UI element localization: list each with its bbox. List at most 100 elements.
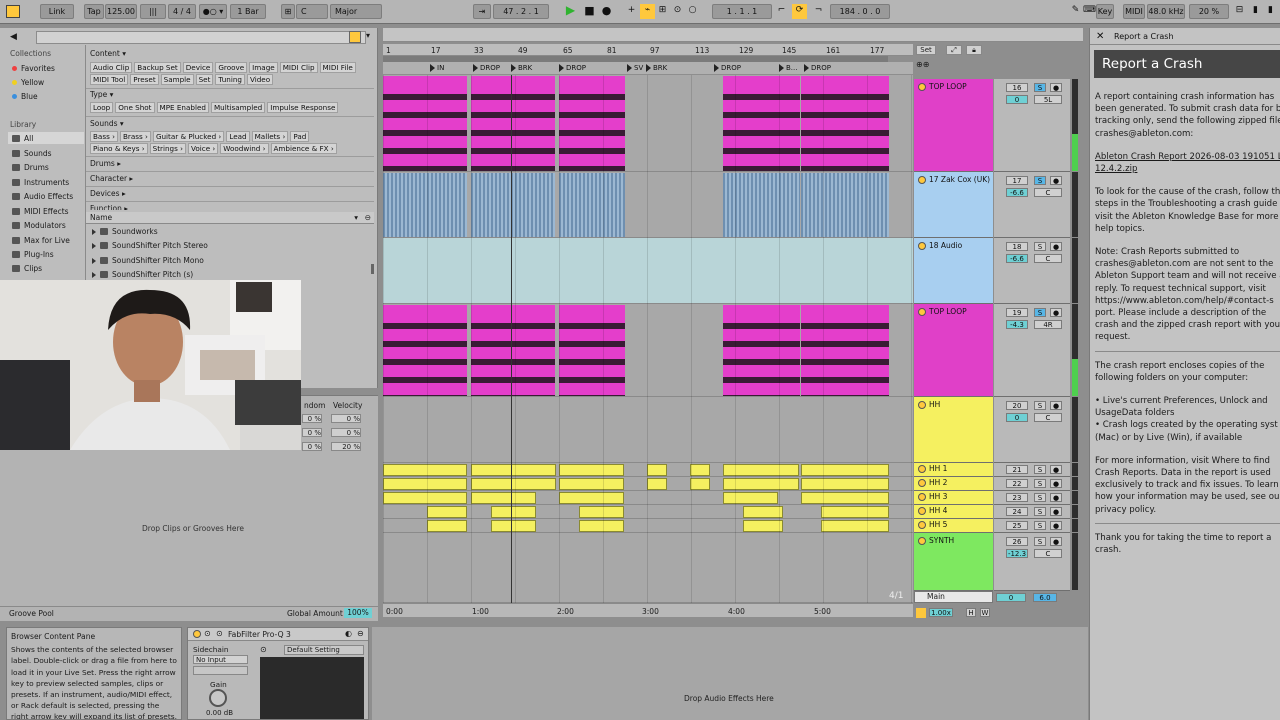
arm-button[interactable]: ● — [1050, 308, 1062, 317]
play-button[interactable]: ▶ — [563, 4, 578, 19]
track-number[interactable]: 17 — [1006, 176, 1028, 185]
main-volume[interactable]: 0 — [996, 593, 1026, 602]
arm-button[interactable]: ● — [1050, 83, 1062, 92]
main-db[interactable]: 6.0 — [1033, 593, 1057, 602]
clip[interactable] — [383, 173, 467, 237]
clip[interactable] — [471, 76, 555, 171]
locator-drop[interactable]: DROP — [558, 63, 586, 73]
list-item[interactable]: SoundShifter Pitch (s) — [92, 270, 193, 279]
time-signature[interactable]: 4 / 4 — [168, 4, 196, 19]
track-header[interactable]: HH 2 — [914, 477, 993, 491]
track-header[interactable]: HH 4 — [914, 505, 993, 519]
track-header[interactable]: HH — [914, 397, 993, 463]
arrangement-lane[interactable] — [383, 397, 913, 463]
clip[interactable] — [723, 492, 778, 504]
arrangement-overview[interactable] — [383, 28, 1083, 42]
track-header[interactable]: HH 5 — [914, 519, 993, 533]
preset-field[interactable]: Default Setting — [284, 645, 364, 655]
collection-yellow[interactable]: Yellow — [12, 76, 44, 88]
locator-in[interactable]: IN — [429, 63, 444, 73]
content-tag[interactable]: Sample — [160, 74, 194, 85]
sounds-tag[interactable]: Lead — [226, 131, 250, 142]
type-tag[interactable]: One Shot — [115, 102, 155, 113]
pan-field[interactable]: 5L — [1034, 95, 1062, 104]
sounds-tag[interactable]: Woodwind › — [220, 143, 269, 154]
time-ruler[interactable]: 0:00 1:00 2:00 3:00 4:00 5:00 — [383, 603, 913, 617]
filter-menu-icon[interactable]: ▾ — [366, 31, 370, 40]
track-header[interactable]: HH 3 — [914, 491, 993, 505]
content-tag[interactable]: MIDI File — [319, 62, 356, 73]
collection-blue[interactable]: Blue — [12, 90, 38, 102]
zoom-icon[interactable] — [916, 608, 926, 618]
h-button[interactable]: H — [966, 608, 976, 617]
clip[interactable] — [801, 173, 889, 237]
midi-map-button[interactable]: MIDI — [1123, 4, 1145, 19]
track-header[interactable]: SYNTH — [914, 533, 993, 591]
library-max-for-live[interactable]: Max for Live — [12, 234, 70, 246]
velocity-value[interactable]: 20 % — [331, 442, 361, 451]
gain-knob[interactable] — [209, 689, 227, 707]
clip[interactable] — [559, 76, 625, 171]
sort-icon[interactable]: ▾ — [354, 212, 358, 224]
content-tag[interactable]: Backup Set — [134, 62, 181, 73]
session-record-button[interactable]: ⊙ — [670, 4, 685, 19]
track-header[interactable]: TOP LOOP — [914, 79, 993, 172]
track-activator-icon[interactable] — [918, 82, 926, 91]
clip[interactable] — [690, 464, 710, 476]
type-tag[interactable]: Loop — [90, 102, 114, 113]
song-position[interactable]: 47 . 2 . 1 — [493, 4, 549, 19]
library-midi-effects[interactable]: MIDI Effects — [12, 205, 69, 217]
track-activator-icon[interactable] — [918, 241, 926, 250]
nudge-buttons[interactable]: ||| — [140, 4, 166, 19]
volume-field[interactable]: -4.3 — [1006, 320, 1028, 329]
clip[interactable] — [471, 478, 556, 490]
clip[interactable] — [471, 305, 555, 396]
track-header[interactable]: 18 Audio — [914, 238, 993, 304]
solo-button[interactable]: S — [1034, 401, 1046, 410]
content-tag[interactable]: Set — [195, 74, 214, 85]
track-number[interactable]: 20 — [1006, 401, 1028, 410]
sounds-heading[interactable]: Sounds ▾ — [90, 119, 124, 128]
locator-drop[interactable]: DROP — [472, 63, 500, 73]
track-activator-icon[interactable] — [918, 478, 926, 487]
solo-button[interactable]: S — [1034, 507, 1046, 516]
content-tag[interactable]: Device — [182, 62, 214, 73]
clip[interactable] — [427, 506, 467, 518]
clip[interactable] — [801, 464, 889, 476]
type-tag[interactable]: Impulse Response — [267, 102, 339, 113]
collection-favorites[interactable]: Favorites — [12, 62, 55, 74]
clip[interactable] — [559, 492, 624, 504]
list-item[interactable]: SoundShifter Pitch Mono — [92, 256, 204, 265]
content-tag[interactable]: Groove — [215, 62, 248, 73]
content-heading[interactable]: Content ▾ — [90, 49, 126, 58]
global-amount-value[interactable]: 100% — [344, 608, 372, 618]
drums-heading[interactable]: Drums ▸ — [90, 159, 121, 168]
add-locator-icon[interactable]: ⊕⊕ — [916, 60, 929, 69]
pan-field[interactable]: 4R — [1034, 320, 1062, 329]
device-drop-area[interactable]: Drop Audio Effects Here — [372, 627, 1088, 720]
random-value[interactable]: 0 % — [302, 442, 322, 451]
draw-mode-button[interactable]: ✎ — [1068, 4, 1083, 19]
track-number[interactable]: 22 — [1006, 479, 1028, 488]
track-activator-icon[interactable] — [918, 520, 926, 529]
sounds-tag[interactable]: Strings › — [149, 143, 186, 154]
volume-field[interactable]: 0 — [1006, 413, 1028, 422]
track-number[interactable]: 18 — [1006, 242, 1028, 251]
track-header[interactable]: 17 Zak Cox (UK) — [914, 172, 993, 238]
content-tag[interactable]: MIDI Clip — [279, 62, 318, 73]
track-number[interactable]: 21 — [1006, 465, 1028, 474]
capture-button[interactable]: ⊞ — [655, 4, 670, 19]
link-button[interactable]: Link — [40, 4, 74, 19]
track-number[interactable]: 19 — [1006, 308, 1028, 317]
sounds-tag[interactable]: Brass › — [119, 131, 151, 142]
track-header[interactable]: HH 1 — [914, 463, 993, 477]
plugin-window-icon[interactable]: ⊙ — [260, 645, 267, 654]
clip[interactable] — [559, 464, 624, 476]
clip[interactable] — [821, 520, 889, 532]
device-title-bar[interactable]: ⊙ ⊙ FabFilter Pro-Q 3 ◐ ⊖ — [188, 628, 368, 641]
library-instruments[interactable]: Instruments — [12, 176, 69, 188]
clip[interactable] — [491, 520, 536, 532]
solo-button[interactable]: S — [1034, 242, 1046, 251]
scale-select[interactable]: Major — [330, 4, 382, 19]
content-tag[interactable]: MIDI Tool — [90, 74, 129, 85]
